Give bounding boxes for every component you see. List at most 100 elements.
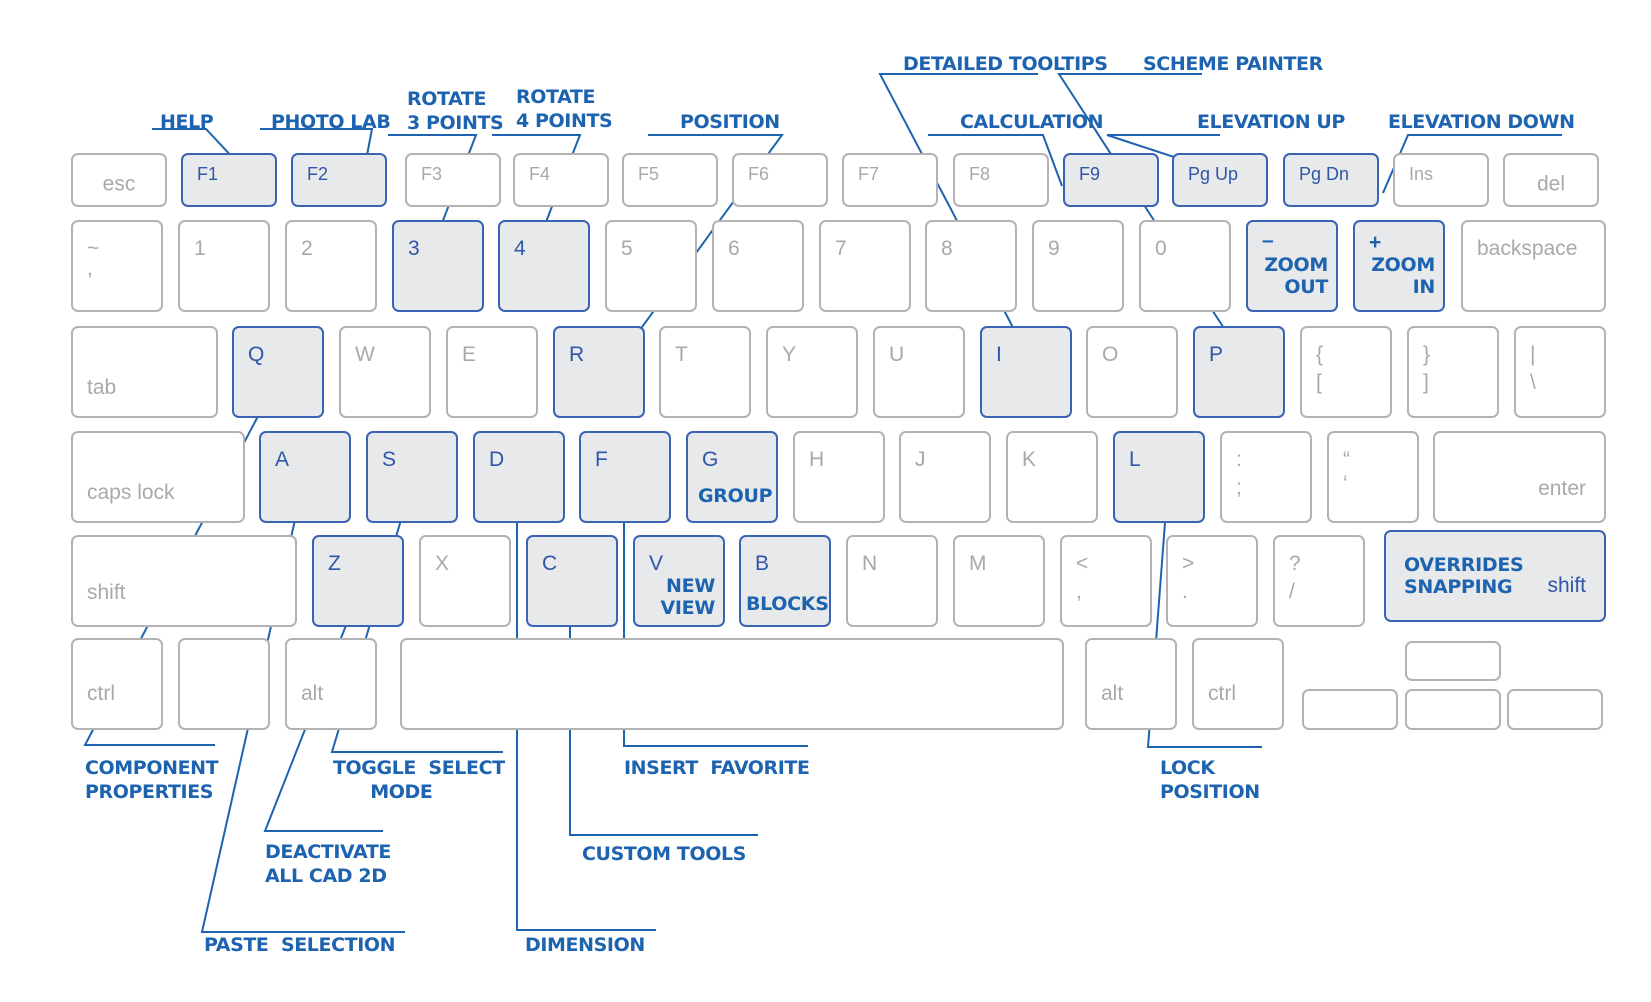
key-comma[interactable]: < , — [1060, 535, 1152, 627]
key-backslash[interactable]: | \ — [1514, 326, 1606, 418]
key-z-label: Z — [328, 552, 341, 575]
key-0[interactable]: 0 — [1139, 220, 1231, 312]
key-3-label: 3 — [408, 237, 420, 260]
key-rctrl[interactable]: ctrl — [1192, 638, 1284, 730]
key-del[interactable]: del — [1503, 153, 1599, 207]
key-9-label: 9 — [1048, 237, 1060, 260]
callout-help: HELP — [160, 111, 214, 133]
key-o[interactable]: O — [1086, 326, 1178, 418]
key-d-label: D — [489, 448, 505, 471]
key-f6[interactable]: F6 — [732, 153, 828, 207]
key-i[interactable]: I — [980, 326, 1072, 418]
key-v[interactable]: V NEW VIEW — [633, 535, 725, 627]
key-enter[interactable]: enter — [1433, 431, 1606, 523]
key-semicolon-top: : — [1236, 448, 1242, 471]
key-arrow-right[interactable] — [1507, 689, 1603, 730]
key-f4[interactable]: F4 — [513, 153, 609, 207]
key-del-label: del — [1536, 172, 1566, 196]
key-d[interactable]: D — [473, 431, 565, 523]
key-pgdn[interactable]: Pg Dn — [1283, 153, 1379, 207]
key-c[interactable]: C — [526, 535, 618, 627]
key-ralt[interactable]: alt — [1085, 638, 1177, 730]
key-3[interactable]: 3 — [392, 220, 484, 312]
key-u[interactable]: U — [873, 326, 965, 418]
key-f2[interactable]: F2 — [291, 153, 387, 207]
key-b[interactable]: B BLOCKS — [739, 535, 831, 627]
key-semicolon[interactable]: : ; — [1220, 431, 1312, 523]
key-e[interactable]: E — [446, 326, 538, 418]
key-space[interactable] — [400, 638, 1064, 730]
key-x[interactable]: X — [419, 535, 511, 627]
key-b-action: BLOCKS — [746, 593, 829, 615]
key-slash[interactable]: ? / — [1273, 535, 1365, 627]
key-period[interactable]: > . — [1166, 535, 1258, 627]
key-quote[interactable]: “ ‘ — [1327, 431, 1419, 523]
key-v-label: V — [649, 552, 664, 575]
key-8[interactable]: 8 — [925, 220, 1017, 312]
key-period-bottom: . — [1182, 580, 1188, 603]
key-rshift[interactable]: OVERRIDES SNAPPING shift — [1384, 530, 1606, 622]
key-a[interactable]: A — [259, 431, 351, 523]
key-t[interactable]: T — [659, 326, 751, 418]
key-arrow-down[interactable] — [1405, 689, 1501, 730]
key-f8-label: F8 — [969, 164, 991, 184]
key-lshift[interactable]: shift — [71, 535, 297, 627]
key-f8[interactable]: F8 — [953, 153, 1049, 207]
key-tilde[interactable]: ~ , — [71, 220, 163, 312]
plus-icon: + — [1369, 231, 1382, 254]
callout-custom-tools: CUSTOM TOOLS — [582, 843, 746, 865]
key-s[interactable]: S — [366, 431, 458, 523]
key-f3[interactable]: F3 — [405, 153, 501, 207]
key-lctrl[interactable]: ctrl — [71, 638, 163, 730]
key-tab-label: tab — [87, 376, 117, 399]
key-f[interactable]: F — [579, 431, 671, 523]
key-ins[interactable]: Ins — [1393, 153, 1489, 207]
key-l[interactable]: L — [1113, 431, 1205, 523]
key-f5[interactable]: F5 — [622, 153, 718, 207]
key-7[interactable]: 7 — [819, 220, 911, 312]
key-p[interactable]: P — [1193, 326, 1285, 418]
key-backspace-label: backspace — [1477, 237, 1578, 260]
key-9[interactable]: 9 — [1032, 220, 1124, 312]
key-plus[interactable]: + ZOOM IN — [1353, 220, 1445, 312]
key-4[interactable]: 4 — [498, 220, 590, 312]
key-backspace[interactable]: backspace — [1461, 220, 1606, 312]
key-w[interactable]: W — [339, 326, 431, 418]
key-k[interactable]: K — [1006, 431, 1098, 523]
key-pgup[interactable]: Pg Up — [1172, 153, 1268, 207]
key-f9[interactable]: F9 — [1063, 153, 1159, 207]
key-r[interactable]: R — [553, 326, 645, 418]
key-5[interactable]: 5 — [605, 220, 697, 312]
key-lbrace[interactable]: { [ — [1300, 326, 1392, 418]
key-y[interactable]: Y — [766, 326, 858, 418]
key-capslock[interactable]: caps lock — [71, 431, 245, 523]
key-q[interactable]: Q — [232, 326, 324, 418]
key-f1-label: F1 — [197, 164, 219, 184]
key-fn[interactable] — [178, 638, 270, 730]
callout-calculation: CALCULATION — [960, 111, 1104, 133]
key-1[interactable]: 1 — [178, 220, 270, 312]
callout-paste-selection: PASTE SELECTION — [204, 934, 396, 956]
key-rbrace-top: } — [1423, 343, 1431, 366]
key-tab[interactable]: tab — [71, 326, 218, 418]
key-ralt-label: alt — [1101, 682, 1124, 705]
key-f9-label: F9 — [1079, 164, 1101, 184]
key-m[interactable]: M — [953, 535, 1045, 627]
key-esc[interactable]: esc — [71, 153, 167, 207]
key-f7[interactable]: F7 — [842, 153, 938, 207]
key-lalt[interactable]: alt — [285, 638, 377, 730]
key-6[interactable]: 6 — [712, 220, 804, 312]
key-j[interactable]: J — [899, 431, 991, 523]
key-4-label: 4 — [514, 237, 526, 260]
key-arrow-up[interactable] — [1405, 641, 1501, 681]
key-rbrace[interactable]: } ] — [1407, 326, 1499, 418]
key-u-label: U — [889, 343, 905, 366]
key-g[interactable]: G GROUP — [686, 431, 778, 523]
key-arrow-left[interactable] — [1302, 689, 1398, 730]
key-n[interactable]: N — [846, 535, 938, 627]
key-2[interactable]: 2 — [285, 220, 377, 312]
key-f1[interactable]: F1 — [181, 153, 277, 207]
key-z[interactable]: Z — [312, 535, 404, 627]
key-h[interactable]: H — [793, 431, 885, 523]
key-minus[interactable]: – ZOOM OUT — [1246, 220, 1338, 312]
